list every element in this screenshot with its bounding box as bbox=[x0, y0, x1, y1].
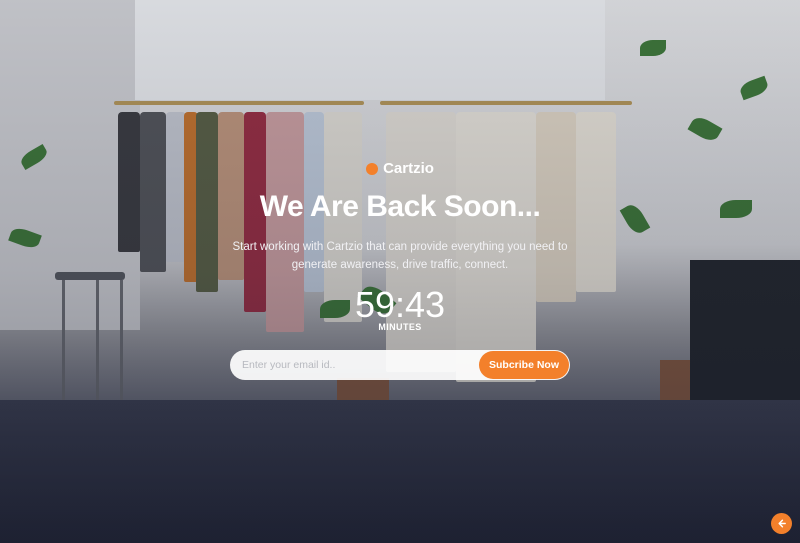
back-to-top-button[interactable] bbox=[771, 513, 792, 534]
brand-name: Cartzio bbox=[383, 160, 434, 177]
subscribe-button[interactable]: Subcribe Now bbox=[479, 351, 569, 379]
countdown-timer: 59:43 bbox=[354, 284, 446, 325]
coming-soon-section: Cartzio We Are Back Soon... Start workin… bbox=[0, 0, 800, 543]
page-description: Start working with Cartzio that can prov… bbox=[232, 241, 568, 271]
page-title: We Are Back Soon... bbox=[259, 190, 541, 223]
brand-logo[interactable]: Cartzio bbox=[0, 160, 800, 177]
orange-dot-icon bbox=[366, 162, 379, 175]
email-input[interactable] bbox=[242, 350, 472, 380]
arrow-left-icon bbox=[778, 519, 786, 528]
subscribe-form: Subcribe Now bbox=[230, 350, 570, 380]
countdown-unit-label: MINUTES bbox=[378, 322, 422, 332]
